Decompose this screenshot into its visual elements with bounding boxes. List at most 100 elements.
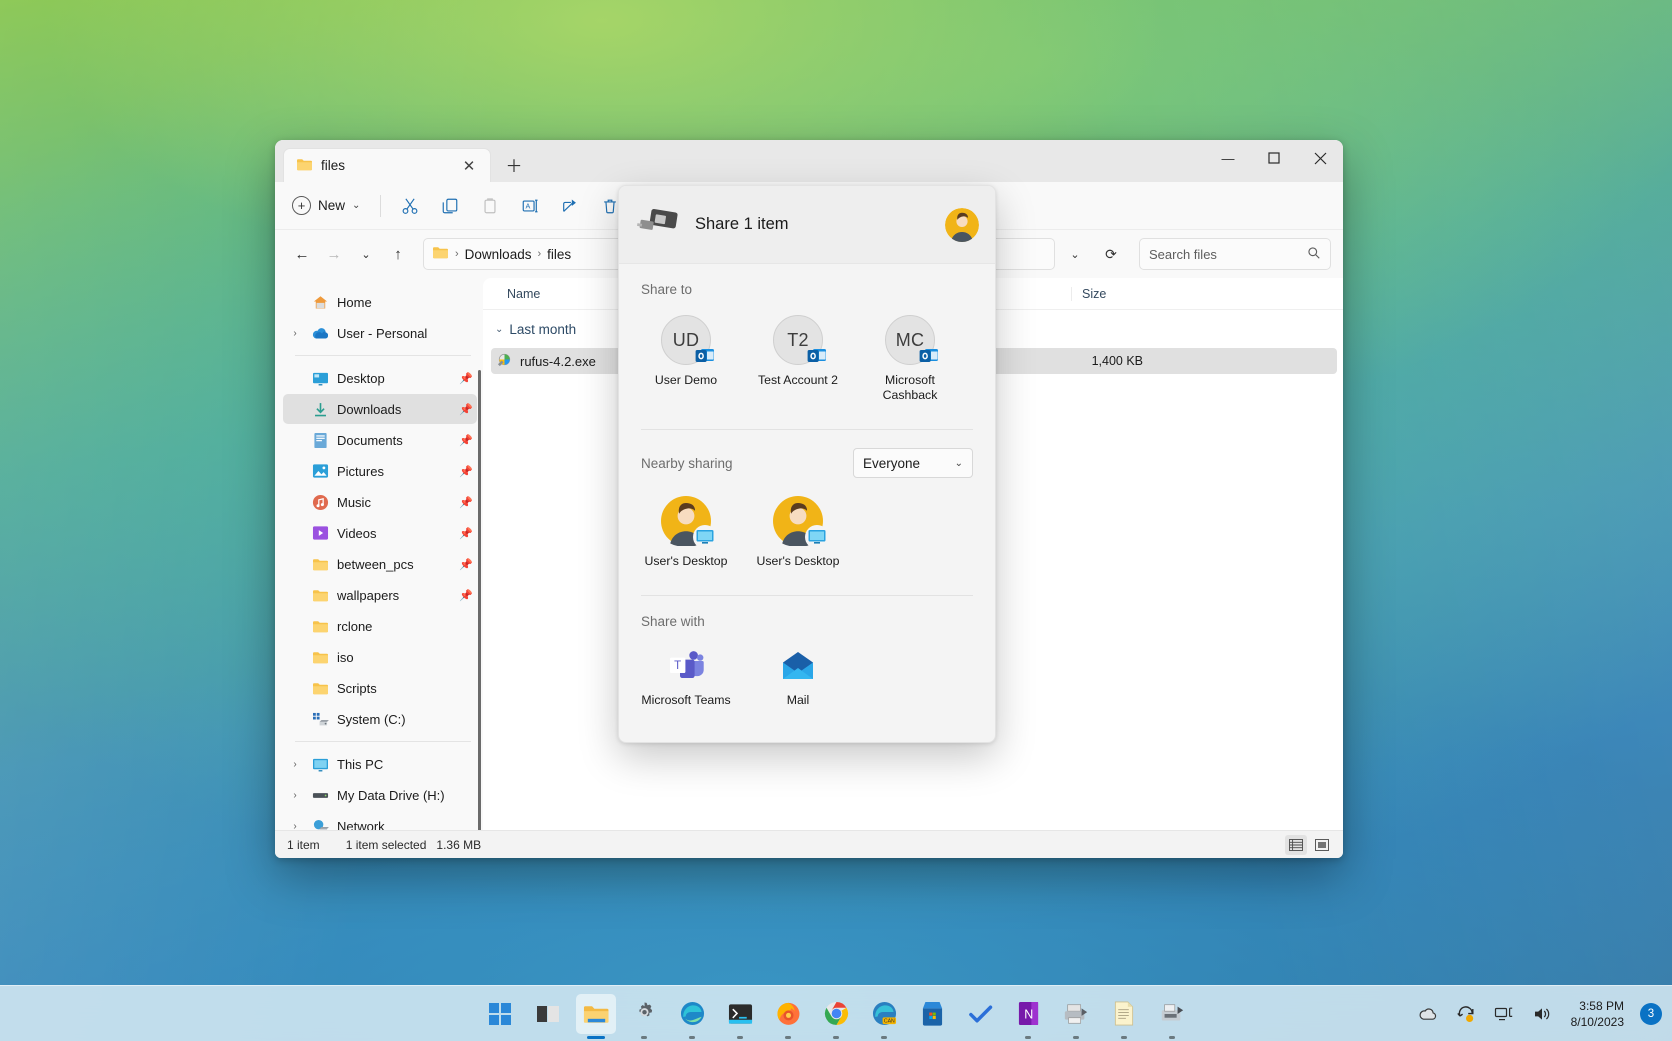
chevron-down-icon[interactable]: ⌄: [495, 324, 503, 335]
sidebar-item-videos[interactable]: › Videos 📌: [283, 518, 477, 548]
chevron-right-icon[interactable]: ›: [287, 759, 303, 770]
file-explorer-button[interactable]: [576, 994, 616, 1034]
tab-close-icon[interactable]: ✕: [456, 153, 482, 179]
sidebar-item-music[interactable]: › Music 📌: [283, 487, 477, 517]
breadcrumb-files[interactable]: files: [547, 247, 571, 262]
sidebar-scrollbar[interactable]: [478, 370, 481, 830]
sidebar-item-desktop[interactable]: › Desktop 📌: [283, 363, 477, 393]
sidebar-item-this-pc[interactable]: › This PC: [283, 749, 477, 779]
share-contact-test-account-2[interactable]: T2 Test Account 2: [753, 311, 843, 409]
pin-icon[interactable]: 📌: [459, 496, 471, 509]
avatar[interactable]: [945, 208, 979, 242]
breadcrumb-downloads[interactable]: Downloads: [465, 247, 532, 262]
sidebar-item-label: Downloads: [337, 402, 451, 417]
outlook-icon: [806, 345, 828, 367]
notification-badge[interactable]: 3: [1640, 1003, 1662, 1025]
notepad-button[interactable]: [1104, 994, 1144, 1034]
new-button-label: New: [318, 198, 345, 213]
music-icon: [311, 493, 329, 511]
nearby-device-2[interactable]: User's Desktop: [753, 492, 843, 575]
downloads-icon: [311, 400, 329, 418]
sidebar-item-label: Scripts: [337, 681, 477, 696]
new-button[interactable]: + New ⌄: [285, 190, 370, 222]
new-tab-icon[interactable]: ＋: [501, 151, 527, 177]
pin-icon[interactable]: 📌: [459, 558, 471, 571]
cloud-icon[interactable]: [1415, 1001, 1441, 1027]
update-icon[interactable]: [1453, 1001, 1479, 1027]
nearby-device-1[interactable]: User's Desktop: [641, 492, 731, 575]
close-icon[interactable]: [1297, 140, 1343, 176]
tiles-view-icon[interactable]: [1311, 835, 1333, 855]
sidebar-item-documents[interactable]: › Documents 📌: [283, 425, 477, 455]
folder-icon: [432, 245, 449, 263]
sidebar-item-pictures[interactable]: › Pictures 📌: [283, 456, 477, 486]
microsoft-store-button[interactable]: [912, 994, 952, 1034]
network-icon[interactable]: [1491, 1001, 1517, 1027]
pin-icon[interactable]: 📌: [459, 465, 471, 478]
chevron-down-icon[interactable]: ⌄: [1059, 238, 1091, 270]
share-button[interactable]: [551, 190, 589, 222]
pin-icon[interactable]: 📌: [459, 589, 471, 602]
chevron-down-icon[interactable]: ⌄: [351, 239, 381, 269]
speaker-icon[interactable]: [1529, 1001, 1555, 1027]
chevron-right-icon[interactable]: ›: [287, 821, 303, 831]
chevron-down-icon: ⌄: [352, 200, 360, 211]
desktop-icon: [311, 369, 329, 387]
search-input[interactable]: Search files: [1139, 238, 1331, 270]
chrome-button[interactable]: [816, 994, 856, 1034]
contact-avatar: T2: [773, 315, 823, 365]
pin-icon[interactable]: 📌: [459, 527, 471, 540]
sidebar-item-home[interactable]: › Home: [283, 287, 477, 317]
task-view-button[interactable]: [528, 994, 568, 1034]
sidebar-item-rclone[interactable]: › rclone: [283, 611, 477, 641]
pin-icon[interactable]: 📌: [459, 372, 471, 385]
scanner-button[interactable]: [1152, 994, 1192, 1034]
share-to-section: Share to UD User Demo T2: [619, 282, 995, 430]
arrow-right-icon[interactable]: →: [319, 239, 349, 269]
share-app-mail[interactable]: Mail: [753, 643, 843, 714]
sidebar-item-my-data-drive[interactable]: › My Data Drive (H:): [283, 780, 477, 810]
rename-button[interactable]: A: [511, 190, 549, 222]
todo-button[interactable]: [960, 994, 1000, 1034]
share-contact-microsoft-cashback[interactable]: MC Microsoft Cashback: [865, 311, 955, 409]
chevron-right-icon[interactable]: ›: [287, 328, 303, 339]
nearby-sharing-scope-select[interactable]: Everyone ⌄: [853, 448, 973, 478]
tab-files[interactable]: files ✕: [283, 148, 491, 182]
sidebar-item-between-pcs[interactable]: › between_pcs 📌: [283, 549, 477, 579]
sidebar-item-scripts[interactable]: › Scripts: [283, 673, 477, 703]
sidebar-item-label: Documents: [337, 433, 451, 448]
sidebar-item-system-c[interactable]: › System (C:): [283, 704, 477, 734]
copy-button[interactable]: [431, 190, 469, 222]
share-contact-user-demo[interactable]: UD User Demo: [641, 311, 731, 409]
device-name: User's Desktop: [757, 554, 840, 569]
pin-icon[interactable]: 📌: [459, 403, 471, 416]
cut-button[interactable]: [391, 190, 429, 222]
edge-button[interactable]: [672, 994, 712, 1034]
clock[interactable]: 3:58 PM 8/10/2023: [1571, 998, 1624, 1030]
pin-icon[interactable]: 📌: [459, 434, 471, 447]
arrow-up-icon[interactable]: ↑: [383, 239, 413, 269]
sidebar-item-downloads[interactable]: › Downloads 📌: [283, 394, 477, 424]
sidebar-item-wallpapers[interactable]: › wallpapers 📌: [283, 580, 477, 610]
share-app-microsoft-teams[interactable]: T Microsoft Teams: [641, 643, 731, 714]
sidebar-item-iso[interactable]: › iso: [283, 642, 477, 672]
monitor-icon: [805, 525, 829, 549]
arrow-left-icon[interactable]: ←: [287, 239, 317, 269]
sidebar-item-user-personal[interactable]: › User - Personal: [283, 318, 477, 348]
chevron-right-icon[interactable]: ›: [287, 790, 303, 801]
maximize-icon[interactable]: [1251, 140, 1297, 176]
settings-button[interactable]: [624, 994, 664, 1034]
firefox-button[interactable]: [768, 994, 808, 1034]
start-button[interactable]: [480, 994, 520, 1034]
minimize-icon[interactable]: —: [1205, 140, 1251, 176]
folder-icon: [311, 617, 329, 635]
terminal-button[interactable]: [720, 994, 760, 1034]
sidebar-item-network[interactable]: › Network: [283, 811, 477, 830]
column-header-size[interactable]: Size: [1071, 287, 1163, 301]
edge-canary-button[interactable]: CAN: [864, 994, 904, 1034]
onenote-button[interactable]: N: [1008, 994, 1048, 1034]
paste-button[interactable]: [471, 190, 509, 222]
refresh-icon[interactable]: ⟳: [1095, 238, 1127, 270]
printer-button[interactable]: [1056, 994, 1096, 1034]
details-view-icon[interactable]: [1285, 835, 1307, 855]
